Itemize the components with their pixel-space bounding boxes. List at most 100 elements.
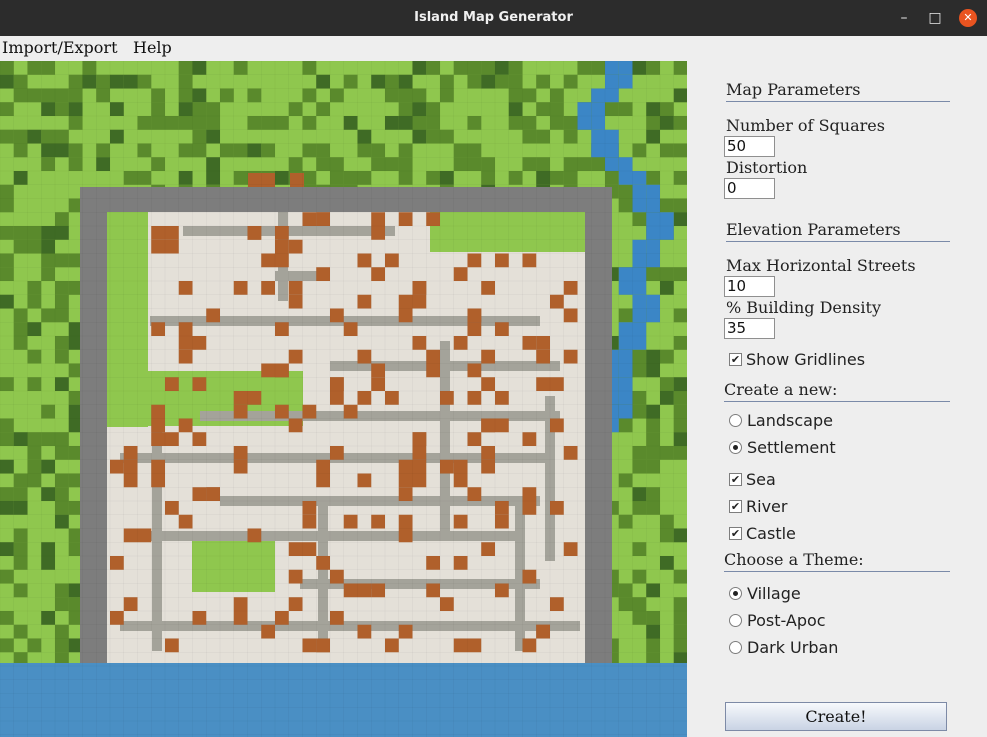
building-roof <box>275 239 289 254</box>
forest-tile <box>673 198 687 213</box>
forest-tile <box>563 74 578 89</box>
number-of-squares-input[interactable]: 50 <box>724 136 775 157</box>
river-tile <box>605 61 619 75</box>
forest-tile <box>660 391 674 405</box>
radio-village[interactable]: Village <box>729 583 801 603</box>
forest-tile <box>426 116 440 130</box>
building-roof <box>151 239 165 254</box>
building-roof <box>178 418 193 433</box>
forest-tile <box>13 624 28 639</box>
building-roof <box>302 212 317 226</box>
building-roof <box>343 322 358 336</box>
forest-tile <box>673 432 687 446</box>
number-of-squares-label: Number of Squares <box>726 116 885 135</box>
radio-on-icon[interactable] <box>729 440 742 454</box>
forest-tile <box>110 102 124 116</box>
close-icon[interactable]: ✕ <box>959 9 977 27</box>
building-roof <box>123 473 138 488</box>
building-roof <box>192 487 207 501</box>
maximize-icon[interactable]: □ <box>926 9 944 27</box>
forest-tile <box>41 459 55 474</box>
forest-tile <box>96 88 110 103</box>
radio-off-icon[interactable] <box>729 613 742 627</box>
distortion-input[interactable]: 0 <box>724 178 775 199</box>
river-checkbox[interactable]: ✔ River <box>729 496 787 516</box>
menu-help[interactable]: Help <box>133 38 172 57</box>
forest-tile <box>55 308 69 323</box>
building-roof <box>550 597 564 611</box>
river-tile <box>646 184 660 199</box>
forest-tile <box>673 88 687 103</box>
radio-settlement[interactable]: Settlement <box>729 437 836 457</box>
building-roof <box>440 391 454 405</box>
map-canvas[interactable] <box>0 61 687 737</box>
radio-landscape[interactable]: Landscape <box>729 410 833 430</box>
checkbox-checked-icon[interactable]: ✔ <box>729 499 742 513</box>
building-roof <box>275 253 289 268</box>
radio-post-apoc[interactable]: Post-Apoc <box>729 610 826 630</box>
forest-tile <box>398 171 413 185</box>
forest-tile <box>110 129 124 144</box>
forest-tile <box>371 143 385 158</box>
building-roof <box>165 638 179 653</box>
create-button[interactable]: Create! <box>725 702 947 731</box>
river-tile <box>605 88 619 103</box>
forest-tile <box>495 74 509 89</box>
river-tile <box>591 102 605 116</box>
building-roof <box>550 501 564 515</box>
radio-on-icon[interactable] <box>729 586 742 600</box>
forest-tile <box>522 116 537 130</box>
forest-tile <box>550 116 564 130</box>
forest-tile <box>247 143 262 158</box>
radio-off-icon[interactable] <box>729 640 742 654</box>
building-roof <box>495 391 509 405</box>
forest-tile <box>646 459 660 474</box>
building-density-input[interactable]: 35 <box>724 318 775 339</box>
forest-tile <box>673 212 687 226</box>
forest-tile <box>27 239 42 254</box>
forest-tile <box>27 432 42 446</box>
forest-tile <box>398 116 413 130</box>
forest-tile <box>0 184 14 199</box>
river-tile <box>632 336 647 350</box>
forest-tile <box>646 446 660 460</box>
show-gridlines-checkbox[interactable]: ✔ Show Gridlines <box>729 349 865 369</box>
minimize-icon[interactable]: – <box>895 9 913 27</box>
forest-tile <box>192 61 207 75</box>
max-horizontal-streets-input[interactable]: 10 <box>724 276 775 297</box>
checkbox-checked-icon[interactable]: ✔ <box>729 352 742 366</box>
menu-import-export[interactable]: Import/Export <box>2 38 118 57</box>
river-tile <box>605 157 619 171</box>
forest-tile <box>178 116 193 130</box>
forest-tile <box>41 556 55 570</box>
building-roof <box>453 459 468 474</box>
forest-tile <box>550 102 564 116</box>
building-roof <box>495 253 509 268</box>
building-roof <box>178 336 193 350</box>
forest-tile <box>481 74 495 89</box>
castle-checkbox[interactable]: ✔ Castle <box>729 523 796 543</box>
sea-checkbox[interactable]: ✔ Sea <box>729 469 776 489</box>
forest-tile <box>27 473 42 488</box>
forest-tile <box>536 157 550 171</box>
forest-tile <box>508 102 523 116</box>
river-tile <box>632 184 647 199</box>
street <box>120 621 580 631</box>
forest-tile <box>673 638 687 653</box>
radio-dark-urban[interactable]: Dark Urban <box>729 637 838 657</box>
forest-tile <box>673 116 687 130</box>
building-roof <box>563 446 578 460</box>
building-roof <box>330 308 344 323</box>
forest-tile <box>618 102 633 116</box>
forest-tile <box>0 542 14 556</box>
checkbox-checked-icon[interactable]: ✔ <box>729 526 742 540</box>
forest-tile <box>646 363 660 378</box>
building-roof <box>178 281 193 295</box>
island-map[interactable] <box>0 61 687 737</box>
forest-tile <box>27 226 42 240</box>
building-roof <box>371 583 385 598</box>
forest-tile <box>13 473 28 488</box>
radio-off-icon[interactable] <box>729 413 742 427</box>
building-roof <box>123 446 138 460</box>
checkbox-checked-icon[interactable]: ✔ <box>729 472 742 486</box>
